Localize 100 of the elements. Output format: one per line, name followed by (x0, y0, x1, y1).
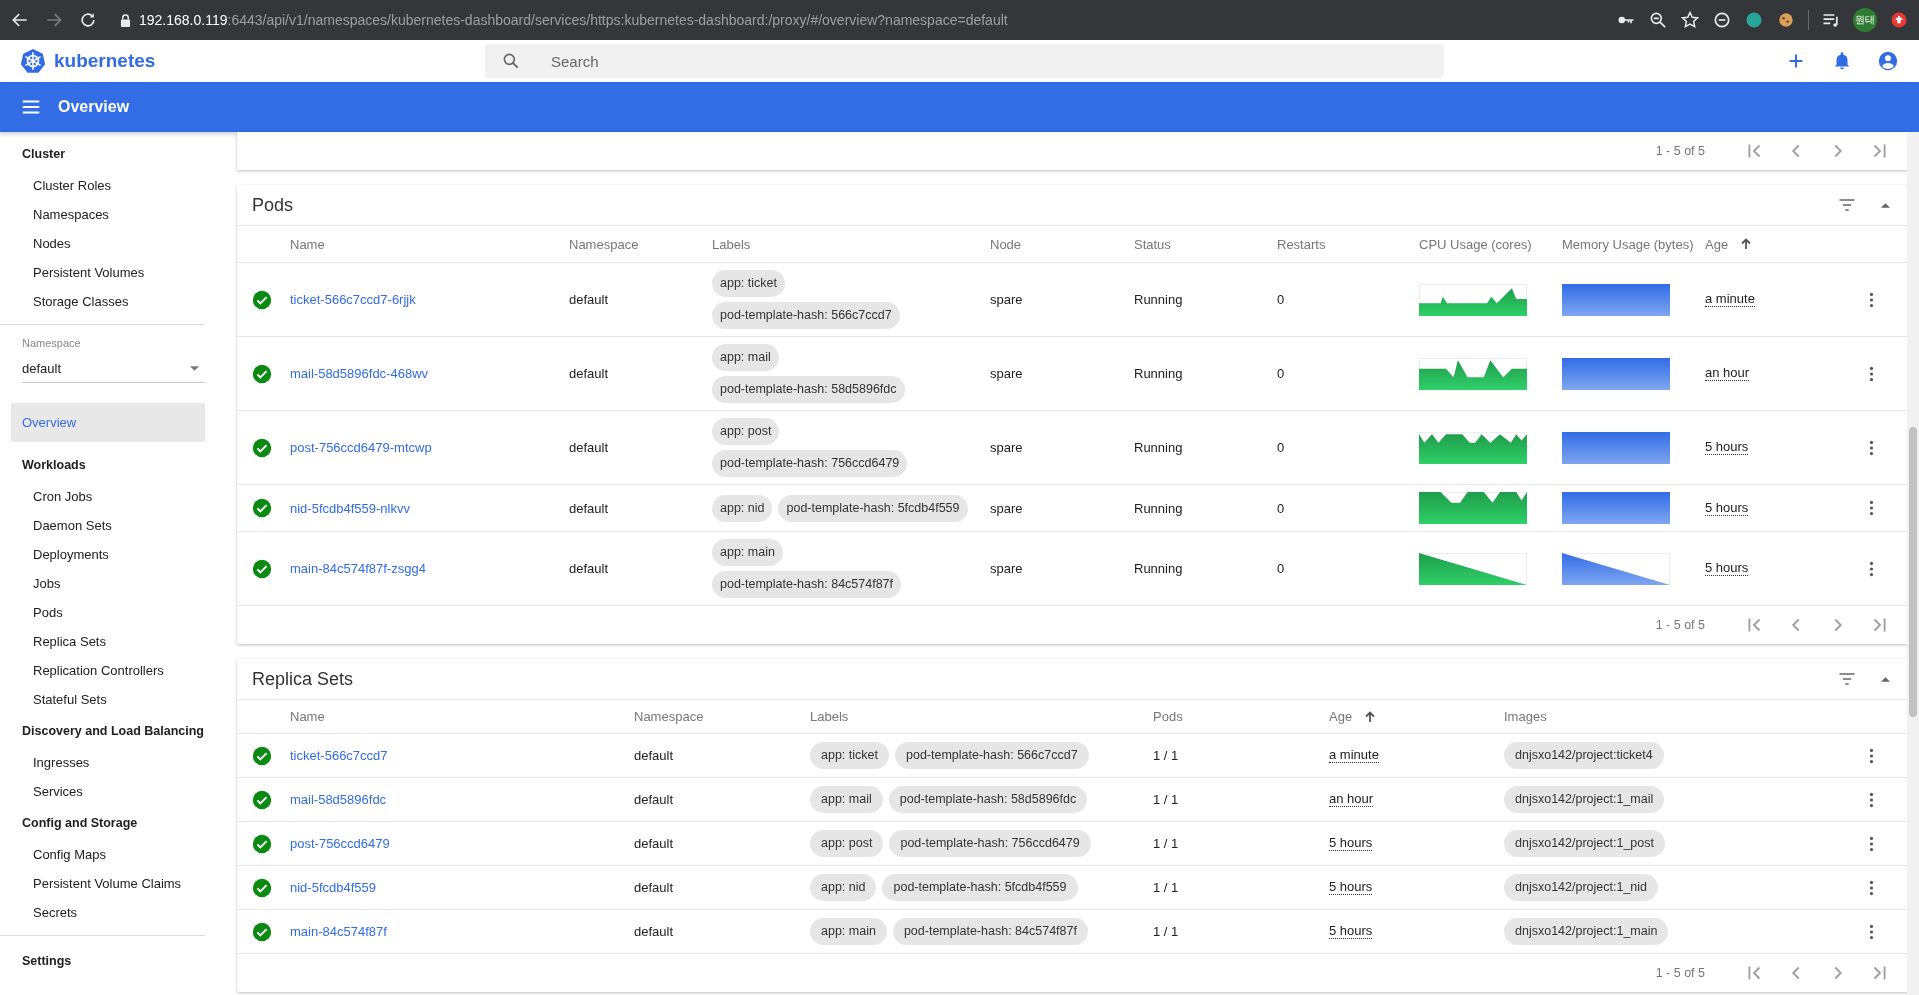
column-header[interactable]: Namespace (569, 236, 712, 252)
pagination-range: 1 - 5 of 5 (1655, 144, 1705, 158)
label-chip: pod-template-hash: 5fcdb4f559 (778, 494, 968, 522)
sort-arrow-icon[interactable] (1740, 238, 1753, 250)
age-text: a minute (1705, 292, 1755, 307)
sidebar-item[interactable]: Cluster (0, 137, 205, 171)
collapse-icon[interactable] (1881, 202, 1890, 208)
column-header[interactable]: Labels (810, 709, 1153, 724)
namespace-select[interactable]: default (22, 349, 205, 383)
sidebar-item[interactable]: Discovery and Load Balancing (0, 714, 205, 748)
lock-icon (120, 13, 131, 27)
label-chip: app: ticket (712, 270, 785, 297)
replica-set-name-link[interactable]: main-84c574f87f (290, 924, 387, 939)
pod-name-link[interactable]: ticket-566c7ccd7-6rjjk (290, 292, 416, 307)
page-title: Overview (58, 98, 130, 116)
sidebar-item[interactable]: Namespaces (0, 200, 205, 229)
sort-arrow-icon[interactable] (1364, 710, 1377, 723)
pod-name-link[interactable]: nid-5fcdb4f559-nlkvv (290, 500, 410, 516)
sidebar-item[interactable]: Services (0, 777, 205, 806)
sidebar-item[interactable]: Cluster Roles (0, 171, 205, 200)
column-header[interactable]: Labels (712, 236, 990, 252)
helm-wheel-icon[interactable] (20, 48, 46, 74)
more-options-icon[interactable] (1869, 291, 1874, 308)
column-header[interactable]: Images (1504, 709, 1851, 724)
replica-set-name-link[interactable]: nid-5fcdb4f559 (290, 880, 376, 895)
label-chip: pod-template-hash: 566c7ccd7 (712, 302, 900, 329)
sidebar-item[interactable]: Replication Controllers (0, 656, 205, 685)
more-options-icon[interactable] (1869, 879, 1874, 896)
account-icon[interactable] (1877, 50, 1899, 72)
more-options-icon[interactable] (1869, 923, 1874, 940)
more-options-icon[interactable] (1869, 747, 1874, 764)
sidebar-item[interactable]: Ingresses (0, 748, 205, 777)
scrollbar-thumb[interactable] (1909, 427, 1917, 717)
column-header[interactable]: Memory Usage (bytes) (1562, 236, 1705, 252)
reload-icon[interactable] (78, 10, 98, 30)
more-options-icon[interactable] (1869, 365, 1874, 382)
column-header[interactable]: Pods (1153, 709, 1329, 724)
label-chip: app: mail (712, 344, 779, 371)
sidebar-item[interactable]: Jobs (0, 569, 205, 598)
sidebar-item[interactable]: Daemon Sets (0, 511, 205, 540)
sidebar-item[interactable]: Workloads (0, 448, 205, 482)
more-options-icon[interactable] (1869, 560, 1874, 577)
age-text: 5 hours (1329, 924, 1373, 939)
column-header[interactable]: Namespace (634, 709, 810, 724)
pod-name-link[interactable]: main-84c574f87f-zsgg4 (290, 561, 426, 576)
namespace-cell: default (569, 292, 609, 307)
star-icon[interactable] (1680, 10, 1700, 30)
sidebar-item[interactable]: Storage Classes (0, 287, 205, 316)
age-text: 5 hours (1329, 836, 1373, 851)
more-options-icon[interactable] (1869, 500, 1874, 516)
card-title: Pods (252, 194, 294, 216)
replica-set-name-link[interactable]: mail-58d5896fdc (290, 792, 387, 807)
update-icon[interactable] (1889, 10, 1909, 30)
label-chip: app: post (712, 418, 780, 445)
app-logo-text[interactable]: kubernetes (54, 50, 156, 72)
sidebar-item[interactable]: Replica Sets (0, 627, 205, 656)
pagination-range: 1 - 5 of 5 (1655, 618, 1705, 632)
sidebar-item[interactable]: Pods (0, 598, 205, 627)
sidebar-item[interactable]: Overview (11, 403, 205, 442)
column-header[interactable]: Age (1329, 709, 1504, 724)
sidebar-item[interactable]: Settings (0, 944, 205, 978)
pod-name-link[interactable]: mail-58d5896fdc-468wv (290, 366, 429, 381)
column-header[interactable]: Name (290, 236, 569, 252)
dropdown-caret-icon[interactable] (190, 366, 199, 371)
sidebar-item[interactable]: Nodes (0, 229, 205, 258)
sidebar-item[interactable]: Cron Jobs (0, 482, 205, 511)
column-header[interactable]: Status (1134, 236, 1277, 252)
sidebar-item[interactable]: Config and Storage (0, 806, 205, 840)
more-options-icon[interactable] (1869, 439, 1874, 456)
sidebar-item[interactable]: Secrets (0, 898, 205, 927)
more-options-icon[interactable] (1869, 791, 1874, 808)
profile-avatar[interactable]: 원태 (1853, 8, 1877, 32)
cookie-icon[interactable] (1776, 10, 1796, 30)
address-bar-url[interactable]: 192.168.0.119:6443/api/v1/namespaces/kubernetes-dashboard/services/https:kubernetes-dashboard:/proxy/#/overview?namespace=default (139, 12, 1008, 28)
pod-name-link[interactable]: post-756ccd6479-mtcwp (290, 440, 432, 455)
image-chip: dnjsxo142/project:1_mail (1504, 786, 1665, 813)
more-options-icon[interactable] (1869, 835, 1874, 852)
restarts-cell: 0 (1277, 366, 1285, 381)
sidebar-item[interactable]: Stateful Sets (0, 685, 205, 714)
search-field[interactable]: Search (485, 44, 1444, 78)
sidebar-item[interactable]: Config Maps (0, 840, 205, 869)
replica-set-name-link[interactable]: ticket-566c7ccd7 (290, 748, 388, 763)
replica-set-name-link[interactable]: post-756ccd6479 (290, 836, 390, 851)
namespace-cell: default (569, 500, 609, 516)
sidebar-item[interactable]: Persistent Volumes (0, 258, 205, 287)
scrollbar[interactable] (1907, 132, 1919, 995)
column-header[interactable]: Restarts (1277, 236, 1419, 252)
status-cell: Running (1134, 292, 1183, 307)
label-chip: pod-template-hash: 756ccd6479 (712, 450, 908, 477)
sidebar-item[interactable]: Deployments (0, 540, 205, 569)
extension-icon[interactable] (1744, 10, 1764, 30)
sidebar-item[interactable]: Persistent Volume Claims (0, 869, 205, 898)
column-header[interactable]: Node (990, 236, 1134, 252)
column-header[interactable]: Age (1705, 236, 1851, 252)
zoom-icon[interactable] (1648, 10, 1668, 30)
column-header[interactable]: Name (290, 709, 634, 724)
image-chip: dnjsxo142/project:1_post (1504, 830, 1665, 857)
block-icon[interactable] (1712, 10, 1732, 30)
collapse-icon[interactable] (1881, 676, 1890, 682)
column-header[interactable]: CPU Usage (cores) (1419, 236, 1562, 252)
